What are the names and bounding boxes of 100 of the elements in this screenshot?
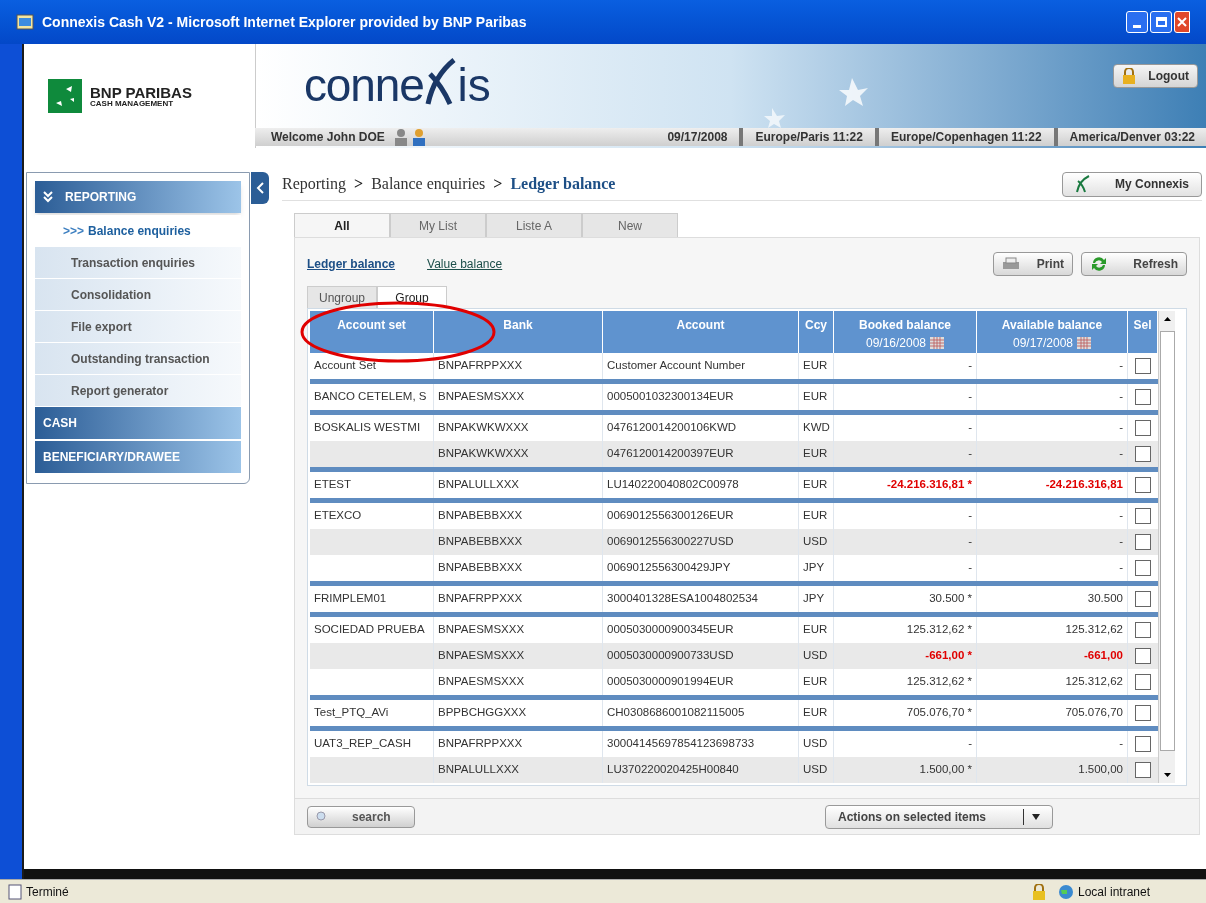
actions-dropdown[interactable]: Actions on selected items	[825, 804, 1053, 829]
table-cell-text: -	[968, 736, 972, 752]
table-cell-text: -	[1119, 358, 1123, 374]
table-cell-text: BNPAKWKWXXX	[438, 446, 529, 462]
sidebar-item[interactable]: File export	[35, 311, 241, 343]
table-cell-text: 30.500	[1087, 591, 1123, 607]
table-cell-text: 0005030000900345EUR	[607, 622, 734, 638]
table-cell-text: BNPAFRPPXXX	[438, 736, 523, 752]
table-cell-text: 1.500,00	[1078, 762, 1123, 778]
sidebar-section[interactable]: REPORTING	[35, 181, 241, 213]
table-cell-text: 705.076,70	[1065, 705, 1123, 721]
breadcrumb-item[interactable]: Ledger balance	[510, 172, 616, 196]
table-cell-text: EUR	[803, 446, 828, 462]
select-checkbox[interactable]	[1135, 591, 1151, 607]
refresh-button[interactable]: Refresh	[1081, 252, 1187, 276]
select-checkbox[interactable]	[1135, 648, 1151, 664]
table-cell-text: BOSKALIS WESTMI	[314, 420, 421, 436]
table-cell-text: -	[1119, 508, 1123, 524]
column-date: 09/16/2008	[865, 335, 927, 352]
sidebar-item[interactable]: Outstanding transaction	[35, 343, 241, 375]
select-checkbox[interactable]	[1135, 446, 1151, 462]
table-cell-text: 0005001032300134EUR	[607, 389, 734, 405]
stars-logo-icon	[48, 79, 82, 113]
select-checkbox[interactable]	[1135, 508, 1151, 524]
table-cell-text: USD	[803, 762, 828, 778]
breadcrumb-item[interactable]: Balance enquiries	[371, 172, 486, 196]
my-connexis-button[interactable]: My Connexis	[1062, 171, 1202, 197]
page-icon	[8, 883, 22, 900]
tab[interactable]: New	[582, 213, 678, 237]
tab[interactable]: My List	[390, 213, 486, 237]
table-cell-text: JPY	[803, 591, 825, 607]
maximize-button[interactable]	[1150, 11, 1172, 33]
view-link[interactable]: Value balance	[427, 255, 503, 273]
sidebar-section[interactable]: CASH	[35, 407, 241, 439]
table-row[interactable]: BNPAESMSXXX 0005030000900733USD USD -661,00 * -661,00	[310, 643, 1158, 669]
sidebar-item[interactable]: Transaction enquiries	[35, 247, 241, 279]
swoosh-logo-icon	[423, 56, 458, 108]
table-cell-text: 0069012556300126EUR	[607, 508, 734, 524]
tab[interactable]: All	[294, 213, 390, 237]
breadcrumb-item[interactable]: Reporting	[282, 172, 346, 196]
select-checkbox[interactable]	[1135, 560, 1151, 576]
sidebar-item[interactable]: Report generator	[35, 375, 241, 407]
select-checkbox[interactable]	[1135, 622, 1151, 638]
chevrons-down-icon	[43, 191, 53, 203]
minimize-button[interactable]	[1126, 11, 1148, 33]
table-cell-text: CH0308686001082115005	[607, 705, 745, 721]
select-checkbox[interactable]	[1135, 534, 1151, 550]
sidebar-item[interactable]: Consolidation	[35, 279, 241, 311]
select-checkbox[interactable]	[1135, 358, 1151, 374]
date-text: 09/17/2008	[655, 128, 744, 146]
scrollbar[interactable]	[1158, 311, 1175, 783]
logout-button[interactable]: Logout	[1113, 64, 1198, 88]
table-row[interactable]: BNPABEBBXXX 0069012556300227USD USD - -	[310, 529, 1158, 555]
globe-icon	[1058, 883, 1074, 900]
table-cell-text: 0005030000901994EUR	[607, 674, 734, 690]
table-cell-text: 30004145697854123698733	[607, 736, 755, 752]
select-checkbox[interactable]	[1135, 762, 1151, 778]
table-cell-text: 0476120014200106KWD	[607, 420, 737, 436]
table-cell-text: -	[968, 358, 972, 374]
table-cell-text: -	[968, 446, 972, 462]
table-cell-text: USD	[803, 736, 828, 752]
select-checkbox[interactable]	[1135, 389, 1151, 405]
search-button[interactable]: search	[307, 805, 415, 828]
table-cell-text: BNPAESMSXXX	[438, 674, 525, 690]
table-cell-text: EUR	[803, 358, 828, 374]
table-cell-text: -	[1119, 446, 1123, 462]
select-checkbox[interactable]	[1135, 674, 1151, 690]
app-logo-end: is	[457, 62, 491, 108]
bank-subtitle: CASH MANAGEMENT	[90, 99, 175, 108]
table-cell-text: 125.312,62 *	[906, 622, 972, 638]
table-cell-text: 125.312,62 *	[906, 674, 972, 690]
table-cell-text: 30.500 *	[929, 591, 972, 607]
table-cell-text: BNPALULLXXX	[438, 477, 519, 493]
select-checkbox[interactable]	[1135, 420, 1151, 436]
timezone-clock: Europe/Paris 11:22	[743, 128, 879, 146]
select-checkbox[interactable]	[1135, 736, 1151, 752]
close-button[interactable]	[1174, 11, 1190, 33]
table-cell-text: 705.076,70 *	[906, 705, 972, 721]
sidebar-section[interactable]: BENEFICIARY/DRAWEE	[35, 441, 241, 473]
lock-icon	[1032, 883, 1046, 900]
select-checkbox[interactable]	[1135, 477, 1151, 493]
collapse-tab-button[interactable]	[251, 172, 269, 204]
table-cell-text: -24.216.316,81	[1045, 477, 1123, 493]
breadcrumb-separator: >	[354, 174, 364, 194]
table-cell-text: Customer Account Number	[607, 358, 746, 374]
print-button[interactable]: Print	[993, 252, 1073, 276]
table-cell-text: 125.312,62	[1065, 674, 1123, 690]
table-cell-text: -	[1119, 420, 1123, 436]
table-cell-text: LU370220020425H00840	[607, 762, 739, 778]
select-checkbox[interactable]	[1135, 705, 1151, 721]
caret-icon	[1032, 813, 1040, 820]
table-cell-text: Account Set	[314, 358, 376, 374]
table-row[interactable]: BNPAKWKWXXX 0476120014200397EUR EUR - -	[310, 441, 1158, 467]
view-link[interactable]: Ledger balance	[307, 255, 396, 273]
table-row[interactable]: BNPALULLXXX LU370220020425H00840 USD 1.500,00 * 1.500,00	[310, 757, 1158, 783]
tab[interactable]: Liste A	[486, 213, 582, 237]
table-cell-text: Test_PTQ_AVi	[314, 705, 389, 721]
table-cell-text: -	[968, 389, 972, 405]
table-cell-text: SOCIEDAD PRUEBA	[314, 622, 425, 638]
group-tab[interactable]: Ungroup	[307, 286, 377, 308]
